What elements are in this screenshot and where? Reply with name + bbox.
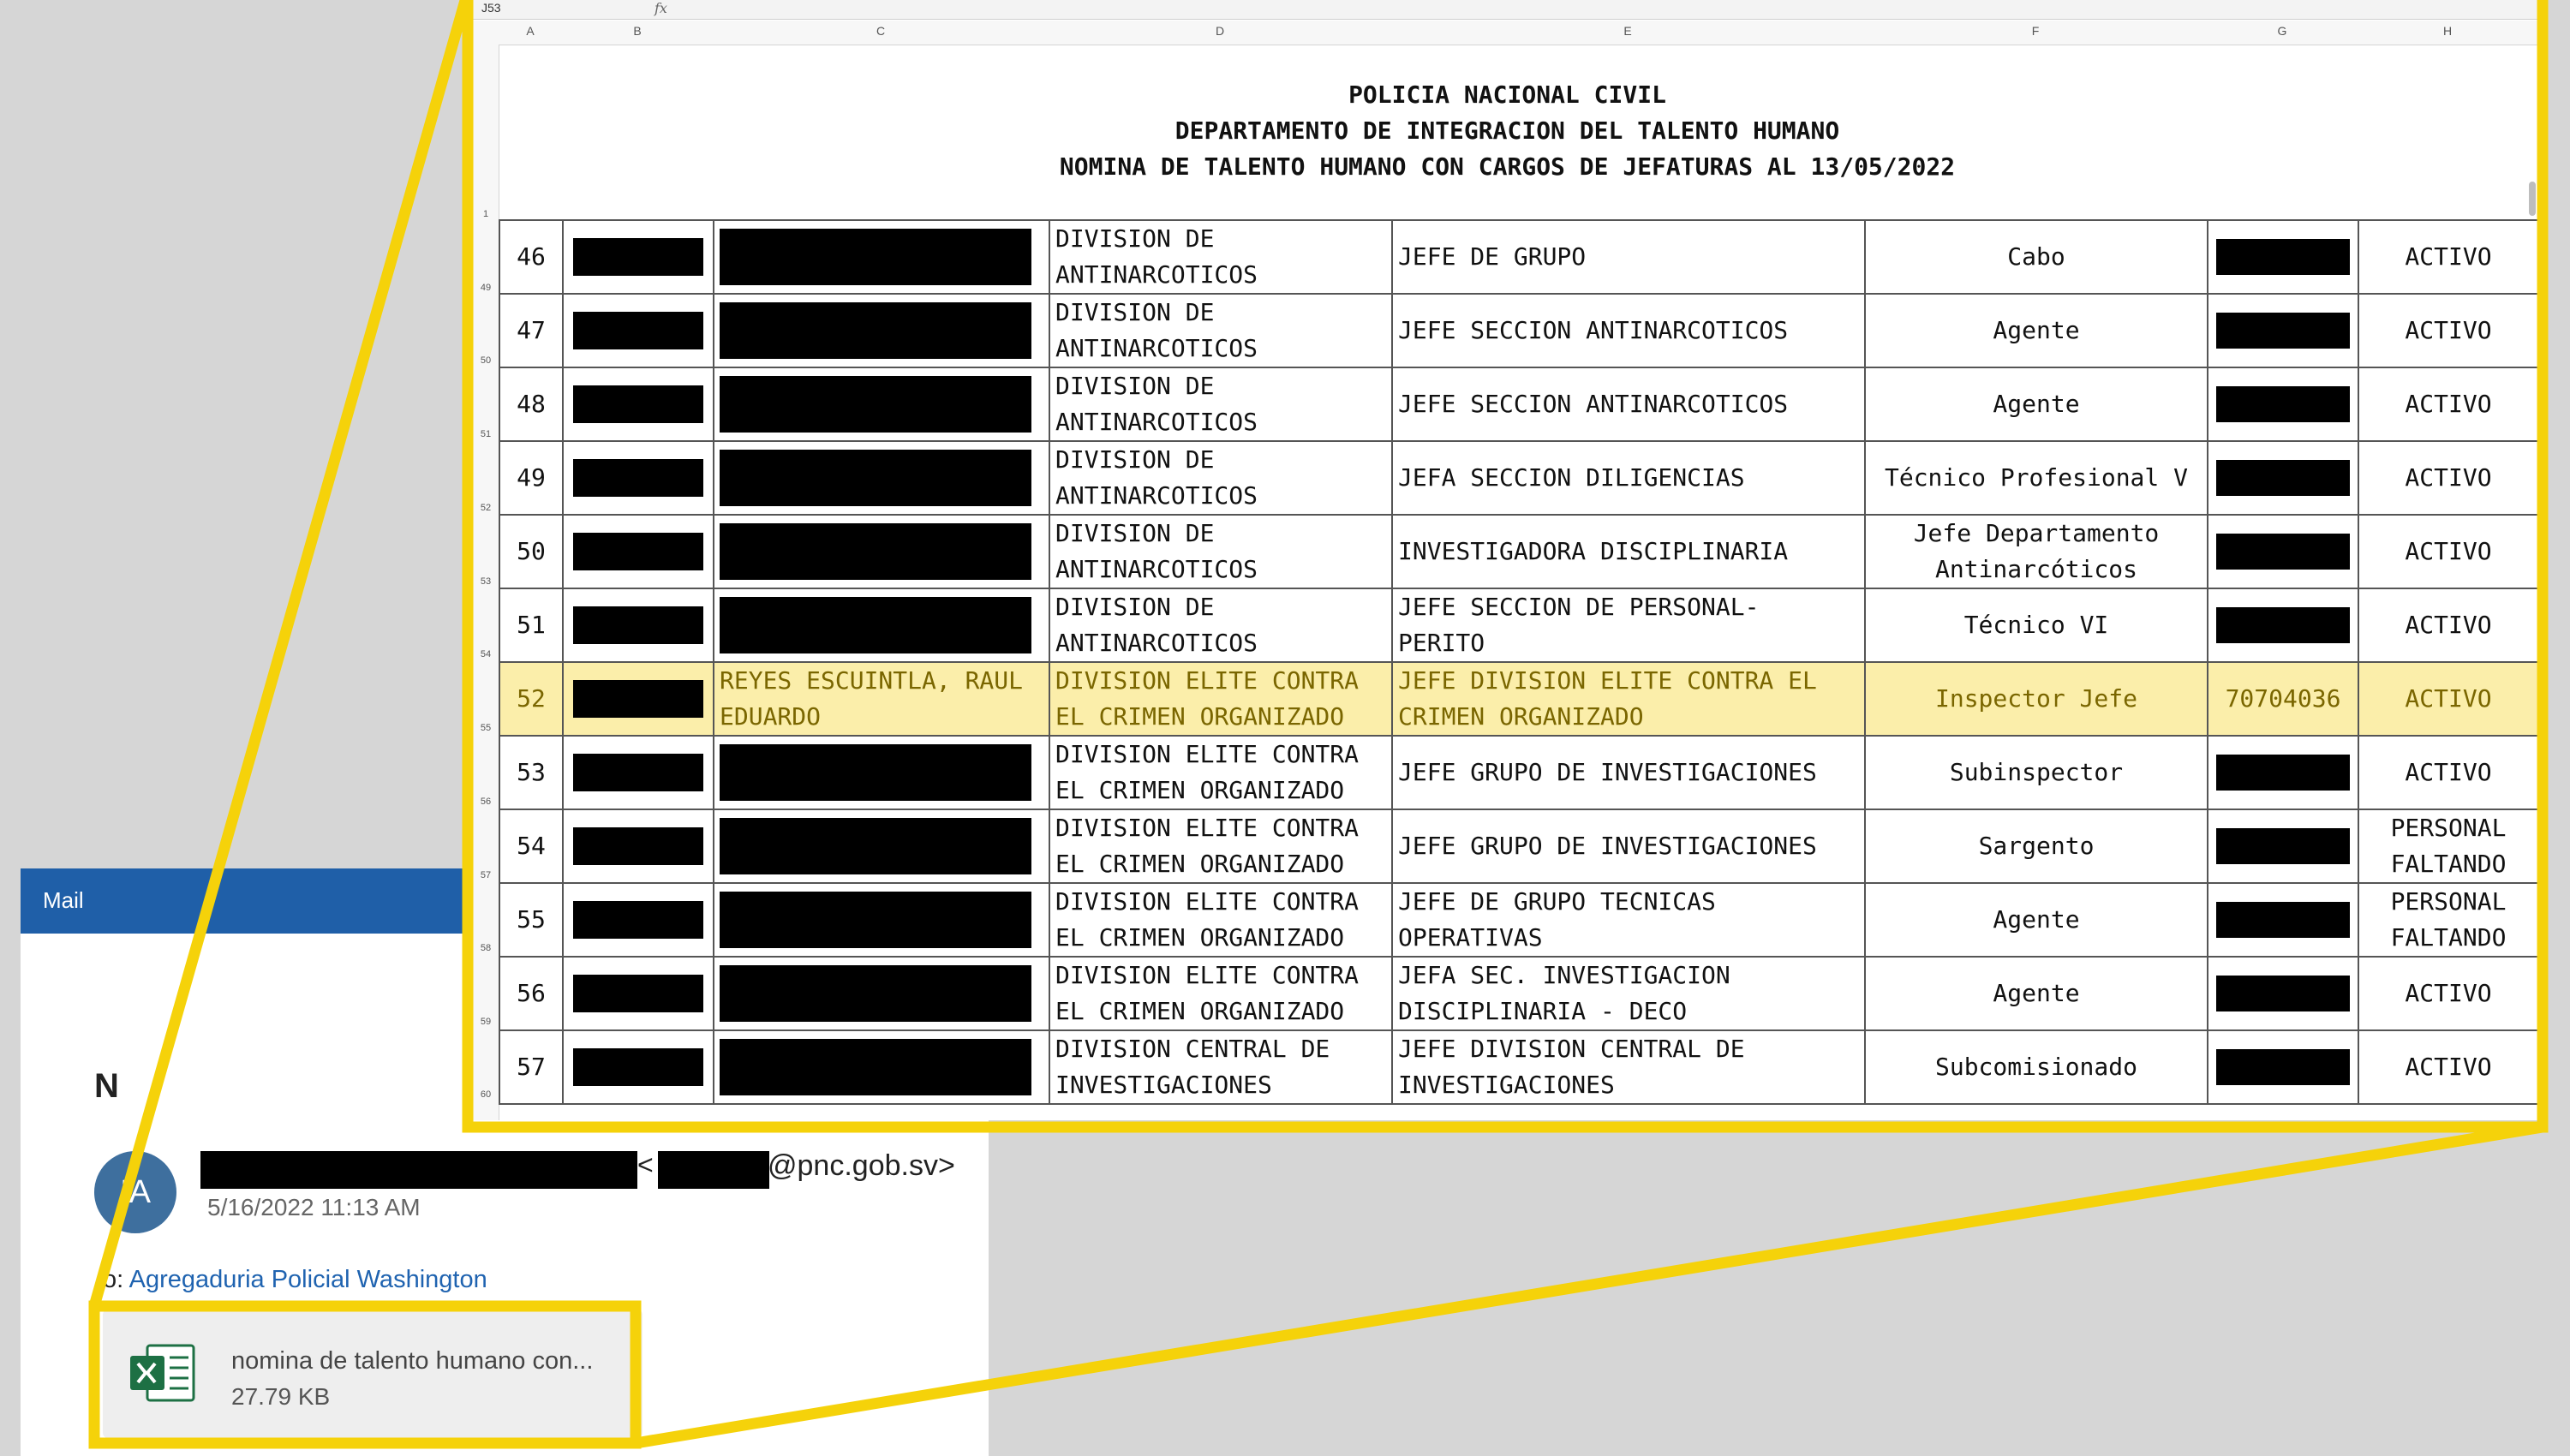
attachment-highlight-border: [88, 1300, 642, 1449]
zoom-line-left: [88, 0, 471, 1308]
sheet-highlight-border: [462, 0, 2549, 1133]
zoom-line-right: [634, 1121, 2544, 1449]
zoom-highlight-frame: [88, 0, 2549, 1449]
